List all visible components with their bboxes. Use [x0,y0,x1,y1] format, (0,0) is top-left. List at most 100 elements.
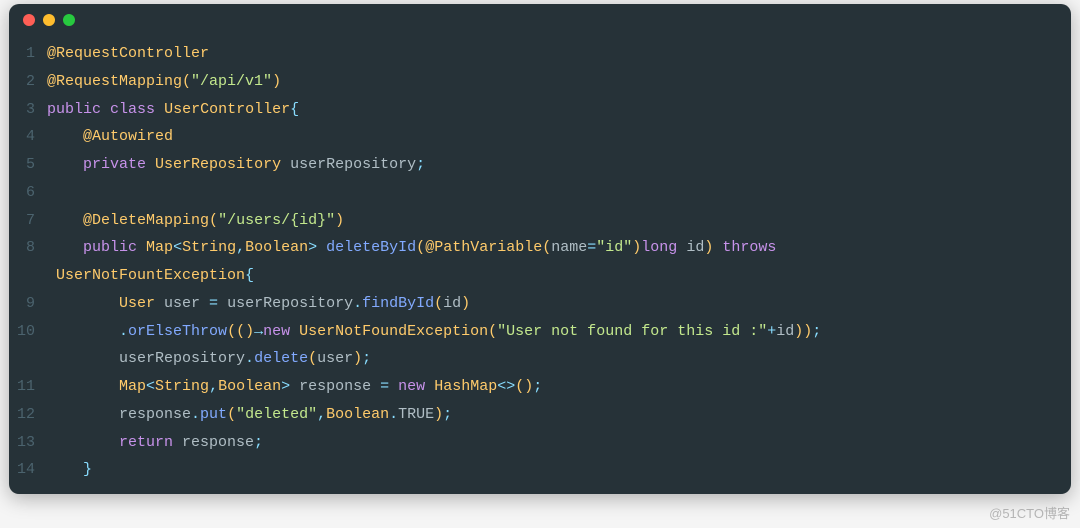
token: , [317,406,326,423]
watermark-text: @51CTO博客 [989,503,1070,522]
code-line[interactable]: 7 @DeleteMapping("/users/{id}") [9,207,1071,235]
token [713,239,722,256]
token: response [119,406,191,423]
token: throws [722,239,776,256]
line-content: userRepository.delete(user); [47,345,371,373]
token: userRepository [119,350,245,367]
line-content: @RequestController [47,40,209,68]
token: TRUE [398,406,434,423]
code-line[interactable]: UserNotFountException{ [9,262,1071,290]
code-line[interactable]: 6 [9,179,1071,207]
token: > [281,378,290,395]
token: delete [254,350,308,367]
line-content: @DeleteMapping("/users/{id}") [47,207,344,235]
token: "/api/v1" [191,73,272,90]
token: < [146,378,155,395]
token: ; [812,323,821,340]
token: put [200,406,227,423]
line-content: User user = userRepository.findById(id) [47,290,470,318]
token: UserRepository [155,156,281,173]
token: "id" [596,239,632,256]
token: UserNotFountException [56,267,245,284]
token: @Autowired [83,128,173,145]
code-line[interactable]: 4 @Autowired [9,123,1071,151]
code-line[interactable]: userRepository.delete(user); [9,345,1071,373]
token: "User not found for this id :" [497,323,767,340]
token: ) [335,212,344,229]
token: ) [272,73,281,90]
token: UserController [164,101,290,118]
token: deleteById [326,239,416,256]
line-content: } [47,456,92,484]
token: <> [497,378,515,395]
code-line[interactable]: 8 public Map<String,Boolean> deleteById(… [9,234,1071,262]
code-line[interactable]: 5 private UserRepository userRepository; [9,151,1071,179]
token: . [389,406,398,423]
token: { [245,267,254,284]
code-editor[interactable]: 1@RequestController2@RequestMapping("/ap… [9,36,1071,494]
token: id [677,239,704,256]
line-number: 4 [9,123,47,151]
token: () [515,378,533,395]
token: user [317,350,353,367]
token [155,101,164,118]
line-content: @RequestMapping("/api/v1") [47,68,281,96]
token: user [155,295,209,312]
token: userRepository [218,295,353,312]
code-line[interactable]: 2@RequestMapping("/api/v1") [9,68,1071,96]
token: + [767,323,776,340]
code-line[interactable]: 1@RequestController [9,40,1071,68]
line-content: .orElseThrow(()→new UserNotFoundExceptio… [47,318,821,346]
token: . [353,295,362,312]
token: > [308,239,317,256]
token: < [173,239,182,256]
token: = [209,295,218,312]
line-number: 9 [9,290,47,318]
line-number [9,262,47,290]
token: "deleted" [236,406,317,423]
line-number: 3 [9,96,47,124]
token: (() [227,323,254,340]
line-content: return response; [47,429,263,457]
token: @RequestMapping [47,73,182,90]
code-line[interactable]: 3public class UserController{ [9,96,1071,124]
line-number: 6 [9,179,47,207]
token [290,323,299,340]
token: findById [362,295,434,312]
token: ; [443,406,452,423]
close-icon[interactable] [23,14,35,26]
line-content: private UserRepository userRepository; [47,151,425,179]
line-number: 11 [9,373,47,401]
token: ( [542,239,551,256]
code-line[interactable]: 13 return response; [9,429,1071,457]
code-line[interactable]: 10 .orElseThrow(()→new UserNotFoundExcep… [9,318,1071,346]
line-number: 8 [9,234,47,262]
token: name [551,239,587,256]
token: { [290,101,299,118]
token: ( [209,212,218,229]
token: ( [488,323,497,340]
token: ) [353,350,362,367]
token: ; [533,378,542,395]
token: new [263,323,290,340]
code-line[interactable]: 11 Map<String,Boolean> response = new Ha… [9,373,1071,401]
code-line[interactable]: 14 } [9,456,1071,484]
maximize-icon[interactable] [63,14,75,26]
token: = [380,378,389,395]
token: . [191,406,200,423]
token [146,156,155,173]
line-content: response.put("deleted",Boolean.TRUE); [47,401,452,429]
token: long [641,239,677,256]
token: Map [146,239,173,256]
token: public [47,101,101,118]
token [389,378,398,395]
code-window: 1@RequestController2@RequestMapping("/ap… [9,4,1071,494]
line-content: UserNotFountException{ [47,262,254,290]
token: ; [416,156,425,173]
token: ( [182,73,191,90]
token: @DeleteMapping [83,212,209,229]
token: → [254,323,263,340]
code-line[interactable]: 9 User user = userRepository.findById(id… [9,290,1071,318]
code-line[interactable]: 12 response.put("deleted",Boolean.TRUE); [9,401,1071,429]
minimize-icon[interactable] [43,14,55,26]
